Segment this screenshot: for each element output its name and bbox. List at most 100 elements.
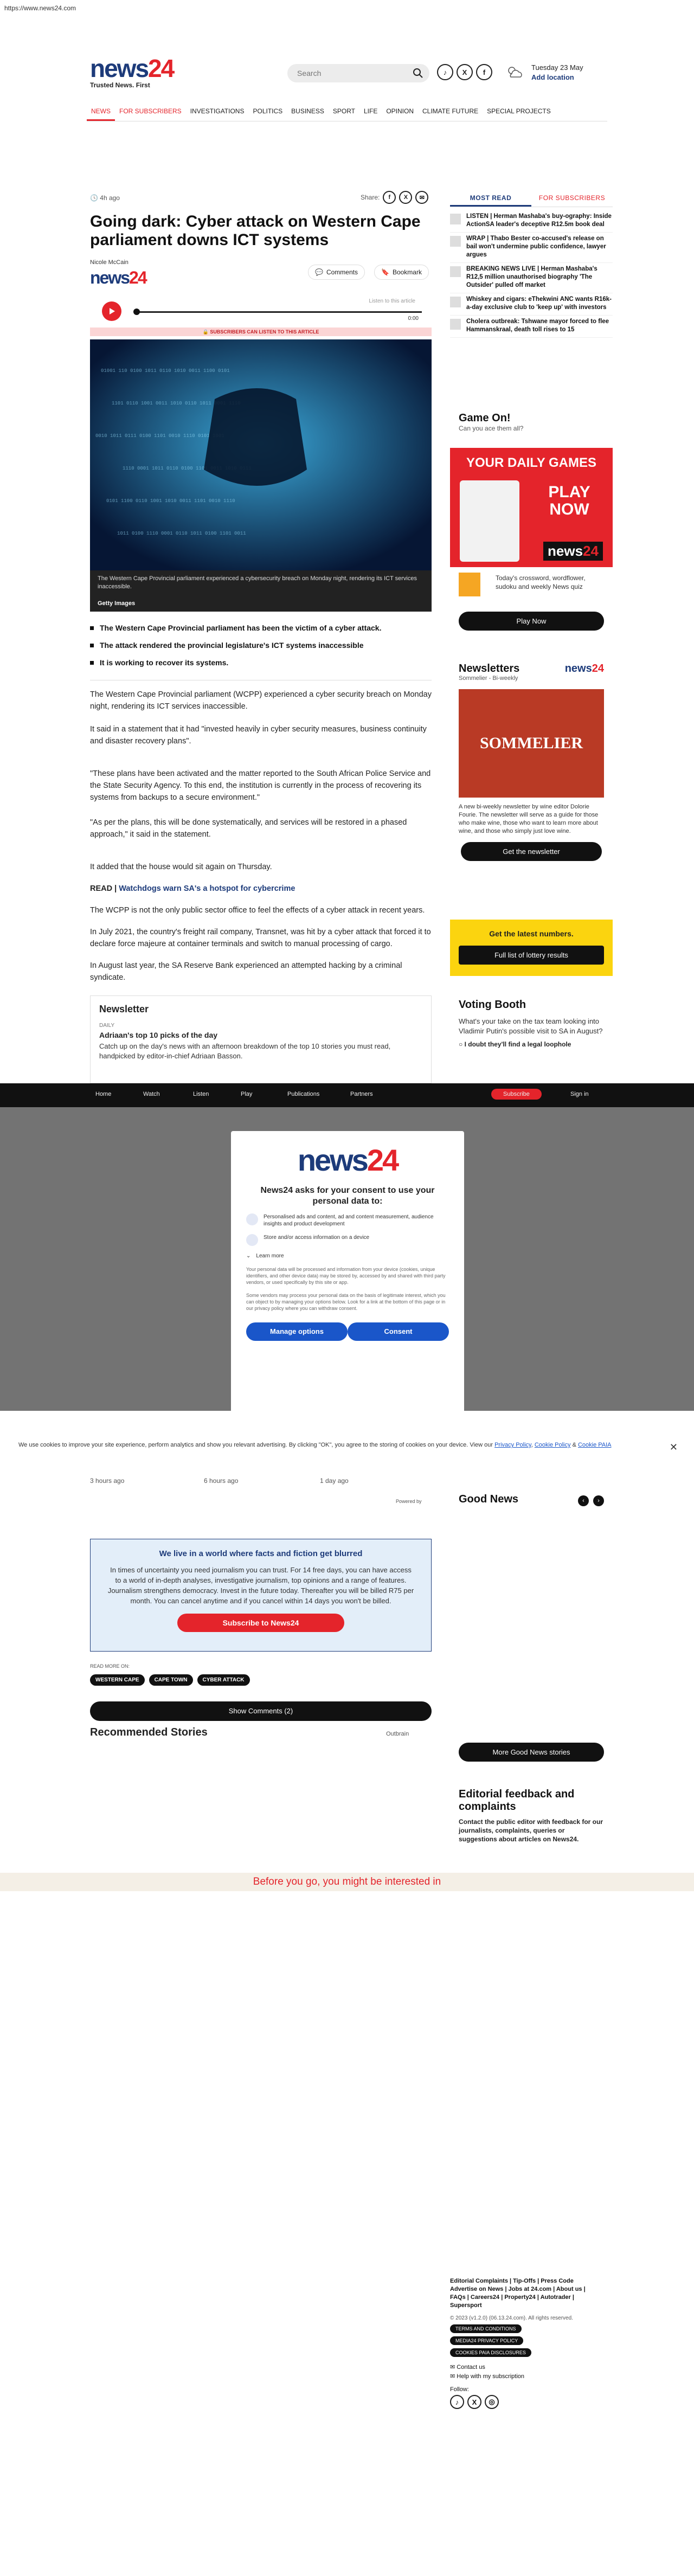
cookie-banner: We use cookies to improve your site expe… [0, 1434, 694, 1467]
voting-option[interactable]: ○ I doubt they'll find a legal loophole [459, 1040, 604, 1048]
svg-text:1011 0100 1110 0001 0110 1011: 1011 0100 1110 0001 0110 1011 0100 1101 … [117, 531, 246, 536]
nav-politics[interactable]: POLITICS [248, 105, 287, 121]
nav-business[interactable]: BUSINESS [287, 105, 329, 121]
footer-links[interactable]: FAQs | Careers24 | Property24 | Autotrad… [450, 2294, 613, 2302]
cookie-policy-link[interactable]: Cookie Policy [535, 1442, 571, 1448]
x-share-icon[interactable]: X [399, 191, 413, 204]
search-input[interactable] [287, 64, 429, 82]
lottery-results-button[interactable]: Full list of lottery results [459, 946, 604, 965]
add-location-link[interactable]: Add location [531, 73, 583, 82]
search-icon[interactable] [412, 67, 424, 79]
bar-listen[interactable]: Listen [193, 1091, 209, 1097]
audio-progress-knob[interactable] [133, 309, 140, 315]
tag-cyber-attack[interactable]: CYBER ATTACK [197, 1674, 250, 1686]
subscriber-listen-bar[interactable]: 🔒 SUBSCRIBERS CAN LISTEN TO THIS ARTICLE [90, 327, 432, 336]
bookmark-button[interactable]: 🔖 Bookmark [374, 265, 429, 280]
contact-link[interactable]: ✉ Contact us [450, 2363, 613, 2371]
nav-special-projects[interactable]: SPECIAL PROJECTS [483, 105, 555, 121]
lottery-title: Get the latest numbers. [489, 929, 574, 938]
footer-links[interactable]: Advertise on News | Jobs at 24.com | Abo… [450, 2285, 613, 2294]
author-name[interactable]: Nicole McCain [90, 259, 128, 266]
most-read-item[interactable]: LISTEN | Herman Mashaba's buy-ography: I… [450, 210, 613, 233]
get-newsletter-button[interactable]: Get the newsletter [461, 842, 602, 861]
main-nav: NEWS FOR SUBSCRIBERS INVESTIGATIONS POLI… [87, 105, 607, 121]
cookie-and: & [572, 1442, 576, 1448]
subscribe-news24-button[interactable]: Subscribe to News24 [177, 1614, 345, 1632]
bar-subscribe-button[interactable]: Subscribe [491, 1089, 542, 1100]
most-read-item[interactable]: Whiskey and cigars: eThekwini ANC wants … [450, 293, 613, 316]
nav-opinion[interactable]: OPINION [382, 105, 418, 121]
thumbnail [450, 236, 461, 247]
comments-button[interactable]: 💬 Comments [308, 265, 365, 280]
play-now-button[interactable]: Play Now [459, 612, 604, 631]
footer-links[interactable]: Supersport [450, 2302, 613, 2310]
terms-pill[interactable]: TERMS AND CONDITIONS [450, 2324, 522, 2333]
tag-western-cape[interactable]: WESTERN CAPE [90, 1674, 145, 1686]
instagram-footer-icon[interactable]: ◎ [485, 2395, 499, 2409]
more-good-news-button[interactable]: More Good News stories [459, 1743, 604, 1762]
play-icon [110, 308, 115, 314]
nav-investigations[interactable]: INVESTIGATIONS [186, 105, 249, 121]
bar-signin[interactable]: Sign in [570, 1091, 589, 1097]
help-link[interactable]: ✉ Help with my subscription [450, 2373, 613, 2380]
most-read-text: Whiskey and cigars: eThekwini ANC wants … [466, 296, 612, 311]
read-more-link[interactable]: Watchdogs warn SA's a hotspot for cyberc… [119, 884, 295, 893]
x-footer-icon[interactable]: X [467, 2395, 481, 2409]
editorial-desc[interactable]: Contact the public editor with feedback … [459, 1817, 604, 1843]
close-icon[interactable]: ✕ [670, 1442, 678, 1452]
prev-arrow-icon[interactable]: ‹ [578, 1495, 589, 1506]
consent-button[interactable]: Consent [348, 1322, 449, 1341]
privacy-pill[interactable]: MEDIA24 PRIVACY POLICY [450, 2336, 524, 2345]
bar-watch[interactable]: Watch [143, 1091, 160, 1097]
article-title: Going dark: Cyber attack on Western Cape… [90, 213, 421, 249]
paragraph: It added that the house would sit again … [90, 863, 272, 871]
footer-links[interactable]: Editorial Complaints | Tip-Offs | Press … [450, 2277, 613, 2285]
hero-image: 01001 110 0100 1011 0110 1010 0011 1100 … [90, 339, 432, 570]
tag-cape-town[interactable]: CAPE TOWN [149, 1674, 193, 1686]
paragraph: "These plans have been activated and the… [90, 769, 431, 802]
bar-home[interactable]: Home [95, 1091, 111, 1097]
consent-purpose-text: Personalised ads and content, ad and con… [264, 1214, 434, 1227]
manage-options-button[interactable]: Manage options [246, 1322, 348, 1341]
bar-play[interactable]: Play [241, 1091, 252, 1097]
most-read-item[interactable]: Cholera outbreak: Tshwane mayor forced t… [450, 316, 613, 338]
inline-newsletter-desc: Catch up on the day's news with an after… [99, 1042, 391, 1060]
bar-partners[interactable]: Partners [350, 1091, 373, 1097]
nav-news[interactable]: NEWS [87, 105, 115, 121]
inline-newsletter-title[interactable]: Adriaan's top 10 picks of the day [99, 1031, 422, 1039]
facebook-share-icon[interactable]: f [383, 191, 396, 204]
facebook-icon[interactable]: f [476, 64, 492, 80]
player-label: Listen to this article [369, 298, 415, 304]
page-url: https://www.news24.com [4, 4, 76, 12]
most-read-item[interactable]: WRAP | Thabo Bester co-accused's release… [450, 233, 613, 263]
voting-question: What's your take on the tax team looking… [459, 1017, 603, 1035]
newsletter-desc: A new bi-weekly newsletter by wine edito… [459, 804, 599, 834]
outbrain-label[interactable]: Outbrain [386, 1731, 409, 1737]
tab-most-read[interactable]: MOST READ [450, 192, 531, 207]
tab-for-subscribers[interactable]: FOR SUBSCRIBERS [531, 192, 613, 207]
paia-pill[interactable]: COOKIES PAIA DISCLOSURES [450, 2348, 531, 2357]
nav-life[interactable]: LIFE [359, 105, 382, 121]
nav-sport[interactable]: SPORT [329, 105, 359, 121]
play-button[interactable] [102, 301, 121, 321]
most-read-item[interactable]: BREAKING NEWS LIVE | Herman Mashaba's R1… [450, 263, 613, 293]
learn-more-toggle[interactable]: ⌄ Learn more [246, 1252, 449, 1260]
chevron-down-icon: ⌄ [246, 1253, 251, 1259]
tiktok-icon[interactable]: ♪ [437, 64, 453, 80]
audio-progress-track[interactable] [134, 311, 422, 313]
newsletters-card: Newsletters Sommelier - Bi-weekly news24… [450, 655, 613, 909]
nav-climate-future[interactable]: CLIMATE FUTURE [418, 105, 483, 121]
nav-for-subscribers[interactable]: FOR SUBSCRIBERS [115, 105, 186, 121]
news24-logo[interactable]: news24 Trusted News. First [90, 56, 175, 89]
bar-publications[interactable]: Publications [287, 1091, 319, 1097]
games-banner[interactable]: YOUR DAILY GAMES PLAY NOW news24 [450, 448, 613, 567]
story-age: 6 hours ago [204, 1477, 239, 1485]
email-share-icon[interactable]: ✉ [415, 191, 429, 204]
cookie-paia-link[interactable]: Cookie PAIA [578, 1442, 612, 1448]
show-comments-button[interactable]: Show Comments (2) [90, 1701, 432, 1721]
bottom-nav-bar: Home Watch Listen Play Publications Part… [0, 1083, 694, 1107]
x-icon[interactable]: X [457, 64, 473, 80]
privacy-policy-link[interactable]: Privacy Policy [494, 1442, 531, 1448]
next-arrow-icon[interactable]: › [593, 1495, 604, 1506]
tiktok-footer-icon[interactable]: ♪ [450, 2395, 464, 2409]
